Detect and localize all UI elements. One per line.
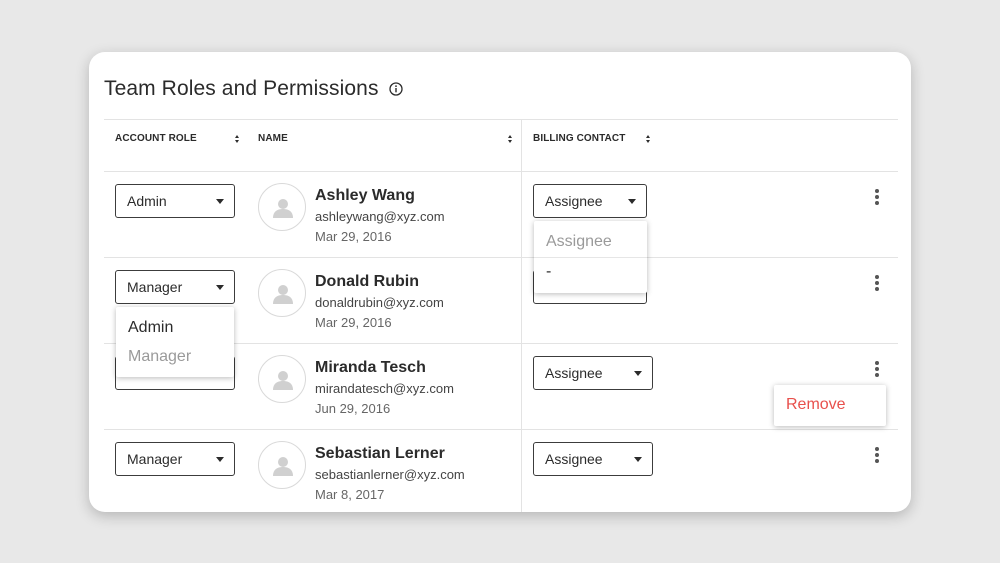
column-header-name[interactable]: NAME (258, 133, 288, 144)
row-divider (104, 429, 898, 430)
sort-icon[interactable] (645, 132, 651, 144)
caret-down-icon (628, 199, 636, 204)
member-date: Mar 29, 2016 (315, 315, 392, 330)
member-date: Mar 29, 2016 (315, 229, 392, 244)
select-value: Manager (127, 279, 183, 295)
kebab-menu-icon[interactable] (875, 447, 879, 463)
column-header-billing-contact[interactable]: BILLING CONTACT (533, 133, 625, 144)
sort-icon[interactable] (507, 132, 513, 144)
member-email: ashleywang@xyz.com (315, 209, 445, 224)
select-value: Assignee (545, 365, 603, 381)
dropdown-option-manager[interactable]: Manager (116, 348, 234, 366)
avatar (258, 269, 306, 317)
member-name: Sebastian Lerner (315, 445, 445, 462)
title-row: Team Roles and Permissions (104, 77, 403, 101)
billing-contact-select[interactable]: Assignee (533, 442, 653, 476)
kebab-menu-icon[interactable] (875, 361, 879, 377)
member-date: Mar 8, 2017 (315, 487, 385, 502)
select-value: Manager (127, 451, 183, 467)
member-date: Jun 29, 2016 (315, 401, 391, 416)
select-value: Assignee (545, 451, 603, 467)
column-header-account-role[interactable]: ACCOUNT ROLE (115, 133, 197, 144)
menu-divider (534, 257, 647, 258)
member-name: Donald Rubin (315, 273, 419, 290)
member-email: mirandatesch@xyz.com (315, 381, 454, 396)
caret-down-icon (634, 457, 642, 462)
page-title: Team Roles and Permissions (104, 77, 379, 100)
billing-contact-select[interactable]: Assignee (533, 356, 653, 390)
header-divider-top (104, 119, 898, 120)
user-silhouette-icon (273, 371, 293, 390)
dropdown-option-admin[interactable]: Admin (116, 319, 234, 337)
column-divider (521, 119, 522, 512)
account-role-select[interactable]: Manager (115, 270, 235, 304)
user-silhouette-icon (273, 457, 293, 476)
account-role-select[interactable]: Admin (115, 184, 235, 218)
caret-down-icon (216, 285, 224, 290)
avatar (258, 355, 306, 403)
kebab-menu-icon[interactable] (875, 275, 879, 291)
avatar (258, 183, 306, 231)
account-role-dropdown-menu: Admin Manager (116, 307, 234, 377)
select-value: Admin (127, 193, 167, 209)
member-name: Ashley Wang (315, 187, 415, 204)
caret-down-icon (216, 199, 224, 204)
caret-down-icon (634, 371, 642, 376)
dropdown-option-none[interactable]: - (534, 263, 647, 281)
avatar (258, 441, 306, 489)
remove-menu-item[interactable]: Remove (774, 396, 886, 414)
permissions-card: Team Roles and Permissions ACCOUNT ROLE … (89, 52, 911, 512)
row-action-menu: Remove (774, 385, 886, 426)
billing-contact-select[interactable]: Assignee (533, 184, 647, 218)
sort-icon[interactable] (234, 132, 240, 144)
member-email: sebastianlerner@xyz.com (315, 467, 465, 482)
select-value: Assignee (545, 193, 603, 209)
user-silhouette-icon (273, 285, 293, 304)
row-divider (104, 257, 898, 258)
header-divider-bottom (104, 171, 898, 172)
caret-down-icon (216, 457, 224, 462)
billing-contact-dropdown-menu: Assignee - (534, 221, 647, 293)
member-email: donaldrubin@xyz.com (315, 295, 444, 310)
info-icon[interactable] (388, 82, 403, 96)
dropdown-option-assignee[interactable]: Assignee (534, 233, 647, 251)
user-silhouette-icon (273, 199, 293, 218)
account-role-select[interactable]: Manager (115, 442, 235, 476)
member-name: Miranda Tesch (315, 359, 426, 376)
kebab-menu-icon[interactable] (875, 189, 879, 205)
